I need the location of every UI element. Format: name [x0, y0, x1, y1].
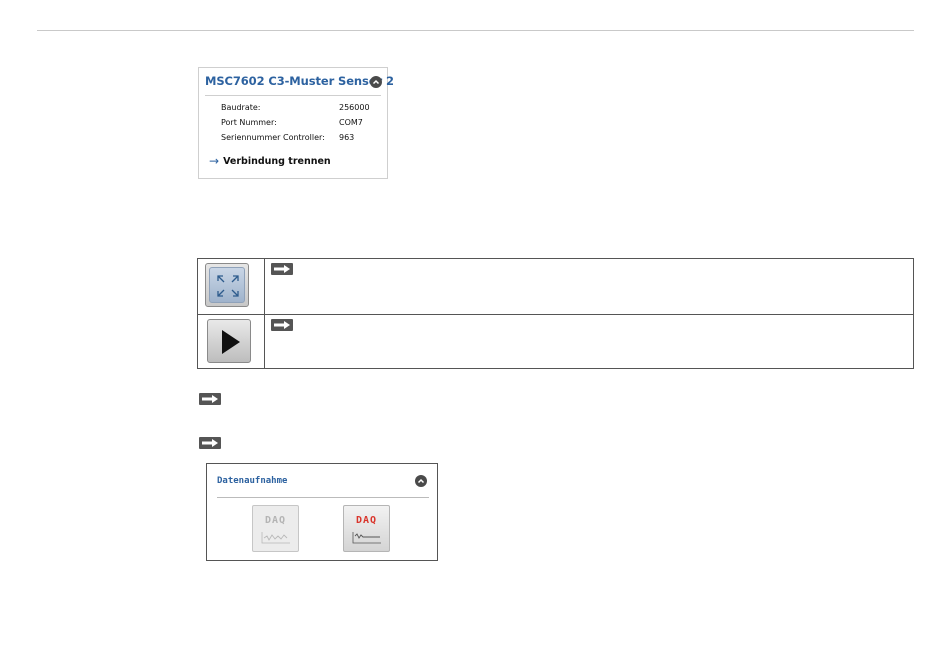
collapse-daq-button[interactable]	[415, 475, 427, 487]
header-rule	[37, 30, 914, 31]
note-arrow-icon	[271, 263, 293, 275]
table-row-divider	[198, 314, 913, 315]
signal-wave-icon	[352, 532, 381, 544]
chevron-up-icon	[372, 79, 380, 85]
serial-row: Seriennummer Controller: 963	[221, 133, 354, 142]
disconnect-link[interactable]: → Verbindung trennen	[209, 153, 331, 168]
daq-stop-button[interactable]: DAQ	[343, 505, 390, 552]
sensor-divider	[205, 95, 381, 96]
serial-label: Seriennummer Controller:	[221, 133, 325, 142]
play-button[interactable]	[207, 319, 251, 363]
play-icon	[222, 330, 240, 354]
fullscreen-icon	[209, 267, 245, 303]
port-value: COM7	[339, 118, 363, 127]
disconnect-label: Verbindung trennen	[223, 156, 331, 167]
note-arrow-icon	[199, 393, 221, 405]
port-row: Port Nummer: COM7	[221, 118, 363, 127]
chevron-up-icon	[417, 478, 425, 484]
daq-label: DAQ	[264, 515, 287, 526]
icon-table	[197, 258, 914, 369]
baudrate-row: Baudrate: 256000	[221, 103, 370, 112]
daq-label: DAQ	[355, 515, 378, 526]
daq-divider	[217, 497, 429, 498]
daq-start-button[interactable]: DAQ	[252, 505, 299, 552]
daq-title: Datenaufnahme	[217, 476, 288, 486]
fullscreen-button[interactable]	[205, 263, 249, 307]
baudrate-value: 256000	[339, 103, 370, 112]
note-arrow-icon	[271, 319, 293, 331]
baudrate-label: Baudrate:	[221, 103, 261, 112]
sensor-title: MSC7602 C3-Muster Sensor 2	[205, 74, 394, 88]
arrow-right-icon: →	[209, 154, 220, 168]
daq-panel: Datenaufnahme DAQ DAQ	[206, 463, 438, 561]
port-label: Port Nummer:	[221, 118, 277, 127]
collapse-sensor-button[interactable]	[370, 76, 382, 88]
sensor-panel: MSC7602 C3-Muster Sensor 2 Baudrate: 256…	[198, 67, 394, 179]
serial-value: 963	[339, 133, 355, 142]
signal-wave-icon	[261, 532, 290, 544]
note-arrow-icon	[199, 437, 221, 449]
